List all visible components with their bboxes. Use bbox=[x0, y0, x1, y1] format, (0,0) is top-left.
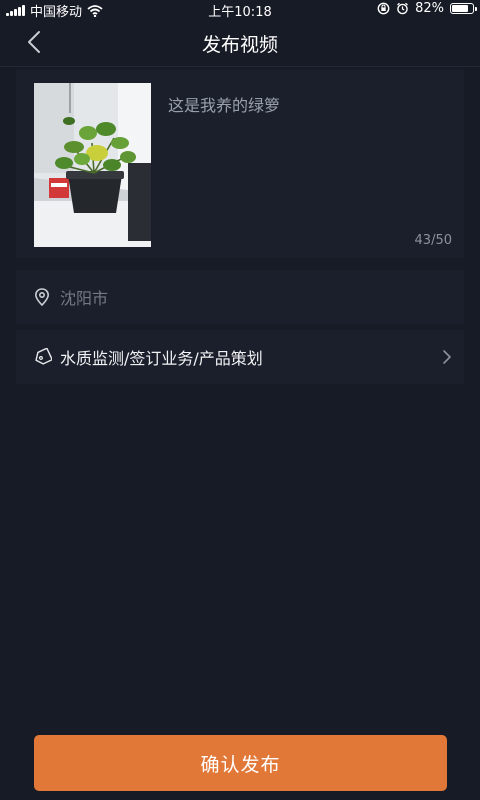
rotation-lock-icon bbox=[377, 2, 390, 15]
status-right: 82% bbox=[377, 1, 477, 16]
tag-icon bbox=[34, 348, 52, 366]
location-label: 沈阳市 bbox=[60, 289, 109, 308]
tags-label: 水质监测/签订业务/产品策划 bbox=[60, 349, 263, 368]
tags-row[interactable]: 水质监测/签订业务/产品策划 bbox=[16, 330, 464, 384]
video-thumbnail[interactable] bbox=[34, 83, 151, 247]
status-bar: 中国移动 上午10:18 82% bbox=[0, 0, 480, 20]
potted-plant-photo bbox=[34, 83, 151, 247]
chevron-right-icon bbox=[443, 350, 451, 364]
nav-bar: 发布视频 bbox=[0, 18, 480, 67]
page-title: 发布视频 bbox=[201, 34, 278, 56]
confirm-publish-button[interactable]: 确认发布 bbox=[34, 735, 447, 791]
battery-percent: 82% bbox=[415, 1, 444, 16]
character-counter: 43/50 bbox=[414, 233, 452, 248]
alarm-icon bbox=[397, 2, 409, 15]
battery-icon bbox=[450, 3, 477, 14]
post-composer: 这是我养的绿箩 43/50 bbox=[16, 70, 464, 258]
location-row[interactable]: 沈阳市 bbox=[16, 270, 464, 324]
caption-input[interactable]: 这是我养的绿箩 bbox=[168, 92, 280, 116]
location-pin-icon bbox=[34, 288, 52, 306]
